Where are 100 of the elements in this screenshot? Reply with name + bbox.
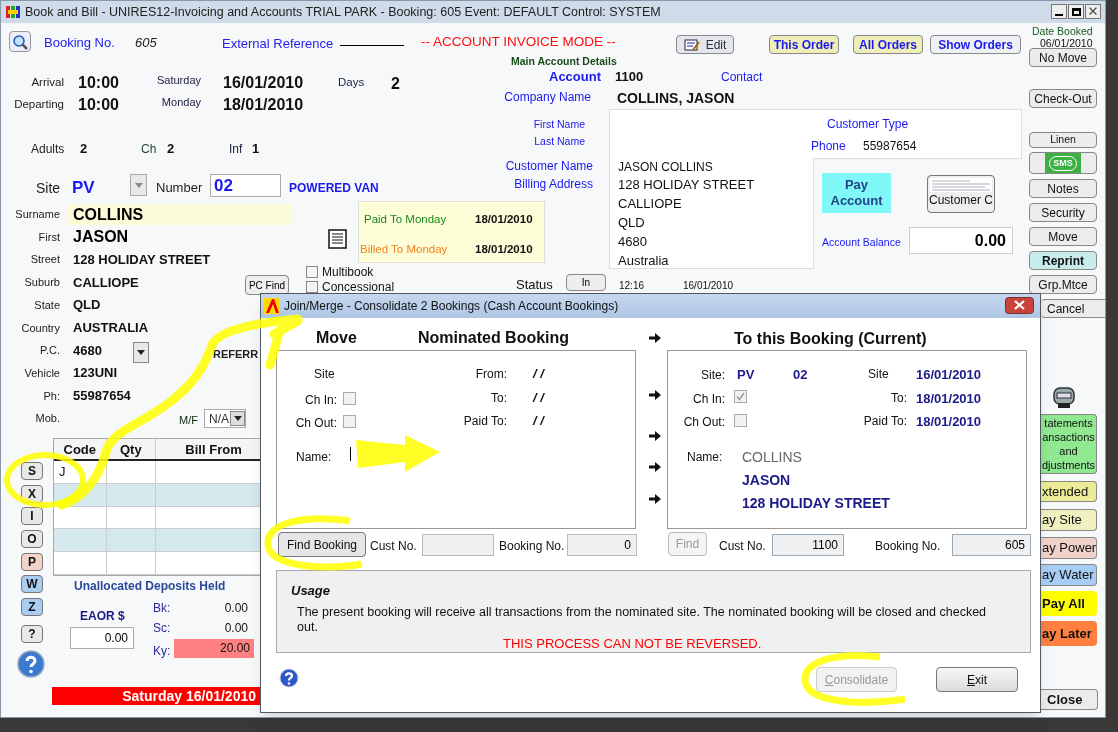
field-label: Paid To: xyxy=(463,413,507,430)
date-value: 18/01/2010 xyxy=(916,413,982,431)
search-icon xyxy=(12,33,28,50)
field-value: 123UNI xyxy=(72,364,119,383)
day-label: Saturday xyxy=(156,73,201,88)
field-label: Account xyxy=(549,68,601,86)
field-label: Surname xyxy=(14,207,60,223)
field-label: Billing Address xyxy=(514,176,593,193)
name-line: JASON xyxy=(742,471,792,490)
toolbar-button[interactable]: This Order xyxy=(769,35,839,54)
field-value: AUSTRALIA xyxy=(72,319,150,338)
field-value: JASON xyxy=(72,227,130,248)
side-button[interactable]: ay Site xyxy=(1041,509,1097,531)
field-label: P.C. xyxy=(39,343,60,359)
field-label: Site xyxy=(314,366,335,383)
booking-no-field[interactable]: 0 xyxy=(567,534,637,556)
checkbox[interactable] xyxy=(343,415,356,428)
list-icon xyxy=(328,229,347,249)
letter-button[interactable]: ? xyxy=(21,624,43,643)
side-button[interactable]: tatements ansactions and djustments xyxy=(1041,414,1097,474)
side-button[interactable]: Grp.Mtce xyxy=(1029,275,1097,294)
field-label: Paid To: xyxy=(863,413,907,430)
name-line: COLLINS xyxy=(742,448,803,467)
letter-button[interactable]: S xyxy=(21,462,43,480)
letter-button[interactable]: W xyxy=(21,575,43,594)
side-button[interactable]: Pay All xyxy=(1041,591,1097,616)
side-button[interactable]: ay Water xyxy=(1041,564,1097,586)
pay-account-button[interactable]: Pay Account xyxy=(822,173,891,213)
side-button[interactable]: ay Power xyxy=(1041,537,1097,559)
field-label: REFERR xyxy=(213,347,259,362)
side-button[interactable]: Notes xyxy=(1029,179,1097,198)
billed-to-date: 18/01/2010 xyxy=(475,242,533,257)
toolbar-button[interactable]: Show Orders xyxy=(930,35,1021,54)
section-title: Move xyxy=(316,328,357,348)
eaor-field[interactable]: 0.00 xyxy=(70,627,134,649)
booking-no-field[interactable]: 605 xyxy=(952,534,1031,556)
field-label: Ch xyxy=(141,141,157,158)
toolbar-button[interactable]: All Orders xyxy=(853,35,923,54)
letter-button[interactable]: I xyxy=(21,507,43,526)
edit-icon xyxy=(683,37,700,52)
exit-button[interactable]: Exit xyxy=(936,667,1018,692)
side-button[interactable]: No Move xyxy=(1029,48,1097,67)
letter-button[interactable]: X xyxy=(21,484,43,503)
toolbar-button[interactable]: Edit xyxy=(676,35,734,54)
field-label: Last Name xyxy=(534,134,585,149)
address-line: JASON COLLINS xyxy=(618,159,714,175)
customer-button[interactable]: Customer C xyxy=(927,175,995,213)
date-booked: 06/01/2010 xyxy=(1040,36,1093,51)
search-button[interactable] xyxy=(9,31,31,52)
dropdown-button[interactable] xyxy=(133,342,149,363)
field-label: First xyxy=(37,229,60,245)
letter-button[interactable]: P xyxy=(21,552,43,571)
side-button[interactable]: Linen xyxy=(1029,132,1097,148)
side-button[interactable]: xtended xyxy=(1041,481,1097,502)
site-description: POWERED VAN xyxy=(289,180,379,197)
side-button[interactable]: Security xyxy=(1029,203,1097,222)
mf-select[interactable]: N/A xyxy=(204,409,246,428)
field-label: Ch In: xyxy=(693,391,725,408)
field-label: Ch In: xyxy=(305,392,337,409)
field-label: Inf xyxy=(229,141,243,158)
name-line: 128 HOLIDAY STREET xyxy=(742,494,890,513)
letter-button[interactable]: O xyxy=(21,530,43,549)
pc-find-button[interactable]: PC Find xyxy=(245,275,289,295)
field-label: From: xyxy=(475,366,507,383)
usage-title: Usage xyxy=(291,582,331,600)
number-field[interactable]: 02 xyxy=(210,174,281,197)
checkbox[interactable] xyxy=(306,281,318,293)
side-button[interactable]: Reprint xyxy=(1029,251,1097,270)
status-button[interactable]: In xyxy=(566,274,606,291)
arrow-icon xyxy=(649,390,661,400)
field-label: Bk: xyxy=(153,600,171,617)
field-label: Ch Out: xyxy=(683,414,725,431)
field-label: External Reference xyxy=(222,35,334,53)
checkbox[interactable] xyxy=(306,266,318,278)
checkbox-label: Concessional xyxy=(322,279,395,296)
field-label: Street xyxy=(29,252,60,268)
find-booking-button[interactable]: Find Booking xyxy=(278,532,366,557)
side-button[interactable]: ay Later xyxy=(1041,621,1097,646)
field-label: Company Name xyxy=(504,89,591,106)
field-label: Booking No. xyxy=(499,538,565,555)
side-button[interactable]: Cancel xyxy=(1041,299,1105,318)
field-label: Cust No. xyxy=(719,538,766,555)
field-label: Site xyxy=(36,179,61,198)
side-button[interactable]: Check-Out xyxy=(1029,89,1097,108)
letter-button[interactable]: Z xyxy=(21,598,43,617)
checkbox[interactable] xyxy=(343,392,356,405)
field-label: Adults xyxy=(31,141,65,158)
cust-no-field[interactable] xyxy=(422,534,494,556)
field-value: 55987654 xyxy=(72,387,132,406)
table-cell: J xyxy=(54,461,107,483)
side-button[interactable]: Move xyxy=(1029,227,1097,246)
close-button[interactable]: Close xyxy=(1041,689,1098,710)
arrow-icon xyxy=(649,333,661,343)
field-label: Customer Name xyxy=(505,158,593,175)
caret-icon xyxy=(134,182,143,188)
site-value: PV xyxy=(737,366,755,384)
cust-no-field[interactable]: 1100 xyxy=(772,534,844,556)
maximize-icon[interactable] xyxy=(1068,4,1084,19)
minimize-icon[interactable] xyxy=(1051,4,1067,19)
address-line: CALLIOPE xyxy=(618,195,683,213)
